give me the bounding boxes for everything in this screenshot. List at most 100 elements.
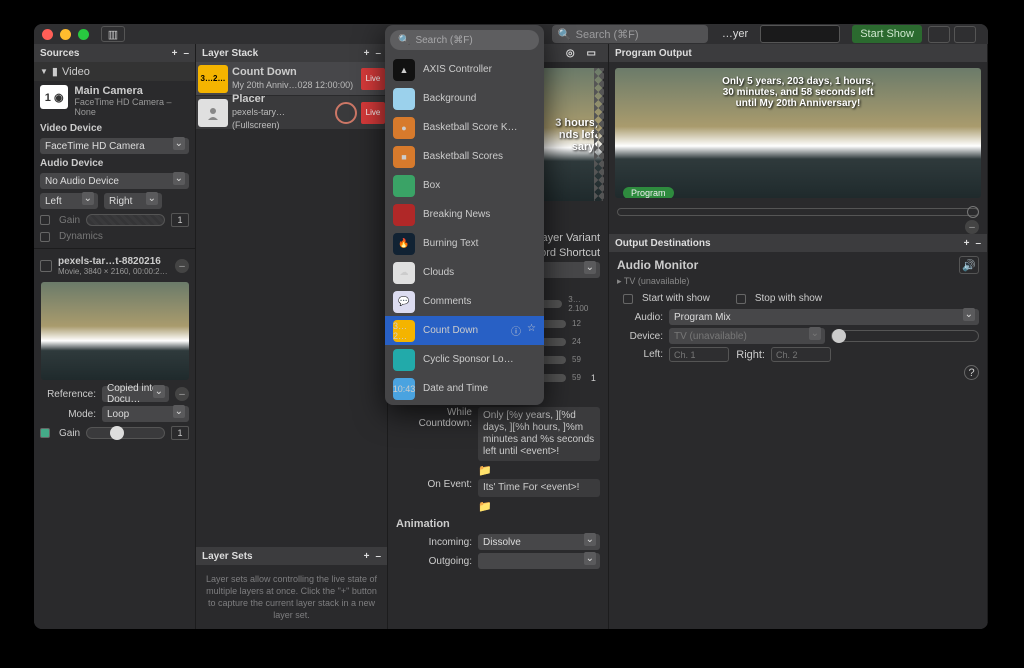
popup-item-icon: ☁ [393, 262, 415, 284]
close-icon[interactable] [42, 29, 53, 40]
stop-with-show-checkbox[interactable] [736, 294, 746, 304]
popup-item-comments[interactable]: 💬Comments [385, 287, 544, 316]
preview-line: 3 hours, [555, 117, 598, 129]
tab-icon-1[interactable]: ◎ [566, 48, 575, 59]
incoming-select[interactable]: Dissolve [478, 534, 600, 550]
layersets-add[interactable]: + [364, 551, 370, 562]
popup-item-facebook-reactions[interactable]: 👍Facebook Reactions [385, 403, 544, 405]
layout-toggle-1[interactable] [928, 26, 950, 43]
gain-slider[interactable] [86, 214, 165, 226]
popup-item-count-down[interactable]: 3…2…Count Downⓘ☆ [385, 316, 544, 345]
clip-thumb-icon [40, 260, 52, 272]
device-select[interactable]: TV (unavailable) [669, 328, 825, 344]
popup-item-basketball-scores[interactable]: ■Basketball Scores [385, 142, 544, 171]
layer-stack-header: Layer Stack +– [196, 44, 387, 62]
layer-row-countdown[interactable]: 3…2… Count Down My 20th Anniv…028 12:00:… [196, 62, 387, 96]
popup-item-breaking-news[interactable]: Breaking News [385, 200, 544, 229]
audio-device-select[interactable]: No Audio Device [40, 173, 189, 189]
right-ch-label: Right: [735, 349, 765, 361]
layersets-remove[interactable]: – [375, 551, 381, 562]
gain2-checkbox[interactable] [40, 428, 50, 438]
popup-item-icon: 10:43 [393, 378, 415, 400]
popup-item-box[interactable]: Box [385, 171, 544, 200]
popup-item-axis-controller[interactable]: ▲AXIS Controller [385, 55, 544, 84]
layout-toggle-2[interactable] [954, 26, 976, 43]
dynamics-checkbox[interactable] [40, 232, 50, 242]
minimize-icon[interactable] [60, 29, 71, 40]
popup-item-icon [393, 349, 415, 371]
device-slider[interactable] [831, 330, 979, 342]
start-with-show-label: Start with show [642, 293, 710, 304]
video-device-label: Video Device [40, 123, 102, 134]
popup-item-icon: ■ [393, 146, 415, 168]
star-icon[interactable]: ☆ [527, 323, 536, 338]
popup-item-cyclic-sponsor-lo-[interactable]: Cyclic Sponsor Lo… [385, 345, 544, 374]
sidebar-toggle-icon[interactable]: ▥ [101, 26, 125, 42]
program-timeline[interactable] [617, 208, 979, 216]
stop-with-show-label: Stop with show [755, 293, 822, 304]
dest-add[interactable]: + [964, 238, 970, 249]
slider-max: 12 [572, 319, 581, 328]
zoom-icon[interactable] [78, 29, 89, 40]
layer-row-placer[interactable]: Placer pexels-tary…(Fullscreen) Live [196, 96, 387, 130]
gain-value: 1 [171, 213, 189, 227]
live-badge[interactable]: Live [361, 102, 385, 124]
sources-add[interactable]: + [172, 48, 178, 59]
live-badge[interactable]: Live [361, 68, 385, 90]
dest-remove[interactable]: – [975, 238, 981, 249]
while-textarea[interactable]: Only [%y years, ][%d days, ][%h hours, ]… [478, 407, 600, 461]
toolbar-search[interactable]: Search (⌘F) [576, 28, 639, 41]
outgoing-select[interactable] [478, 553, 600, 569]
left-ch-select[interactable]: Ch. 1 [669, 347, 729, 362]
layerstack-remove[interactable]: – [375, 48, 381, 59]
info-icon[interactable]: ⓘ [511, 323, 521, 338]
program-preview: Only 5 years, 203 days, 1 hours, 30 minu… [615, 68, 981, 198]
right-ch-select[interactable]: Ch. 2 [771, 347, 831, 362]
toolbar-search-wrap: 🔍 Search (⌘F) [552, 25, 708, 43]
video-section-head[interactable]: ▼ ▮ Video [34, 62, 195, 81]
video-device-select[interactable]: FaceTime HD Camera [40, 138, 189, 154]
popup-item-clouds[interactable]: ☁Clouds [385, 258, 544, 287]
reference-select[interactable]: Copied into Docu… [102, 386, 169, 402]
popup-item-icon [393, 88, 415, 110]
popup-item-label: Count Down [423, 325, 478, 336]
layer-orb-icon[interactable] [335, 102, 357, 124]
popup-item-basketball-score-k-[interactable]: ●Basketball Score K… [385, 113, 544, 142]
folder-icon[interactable]: 📁 [478, 500, 492, 512]
layerstack-add[interactable]: + [364, 48, 370, 59]
popup-item-background[interactable]: Background [385, 84, 544, 113]
reference-remove-icon[interactable]: – [175, 387, 189, 401]
start-show-button[interactable]: Start Show [852, 25, 922, 43]
timeline-clear-icon[interactable]: – [965, 220, 979, 234]
mode-select[interactable]: Loop [102, 406, 189, 422]
gain-checkbox[interactable] [40, 215, 50, 225]
popup-search[interactable]: 🔍 Search (⌘F) [390, 30, 539, 50]
clip-source-row[interactable]: pexels-tar…t-8820216 Movie, 3840 × 2160,… [34, 254, 195, 278]
start-with-show-checkbox[interactable] [623, 294, 633, 304]
left-channel-select[interactable]: Left [40, 193, 98, 209]
gain2-value: 1 [171, 426, 189, 440]
gain2-slider[interactable] [86, 427, 165, 439]
event-textarea[interactable]: Its' Time For <event>! [478, 479, 600, 497]
popup-item-date-and-time[interactable]: 10:43Date and Time [385, 374, 544, 403]
source-main-camera[interactable]: 1 ◉ Main Camera FaceTime HD Camera – Non… [34, 81, 195, 121]
audio-select[interactable]: Program Mix [669, 309, 979, 325]
right-channel-select[interactable]: Right [104, 193, 162, 209]
speaker-icon[interactable]: 🔊 [959, 256, 979, 274]
popup-item-burning-text[interactable]: 🔥Burning Text [385, 229, 544, 258]
device-label: Device: [617, 331, 663, 342]
folder-icon[interactable]: 📁 [478, 464, 492, 476]
tab-icon-2[interactable]: ▭ [587, 48, 596, 59]
help-icon[interactable]: ? [964, 365, 979, 380]
popup-item-label: Background [423, 93, 476, 104]
disclosure-triangle-icon[interactable]: ▼ [40, 67, 48, 76]
toolbar-text-field[interactable] [760, 25, 840, 43]
popup-item-icon [393, 204, 415, 226]
slider-max: 59 [572, 373, 581, 382]
sources-remove[interactable]: – [183, 48, 189, 59]
audio-label: Audio: [617, 312, 663, 323]
gain2-label: Gain [59, 428, 80, 439]
incoming-label: Incoming: [396, 537, 472, 548]
clip-remove-icon[interactable]: – [175, 259, 189, 273]
alpha-checker [594, 68, 604, 201]
